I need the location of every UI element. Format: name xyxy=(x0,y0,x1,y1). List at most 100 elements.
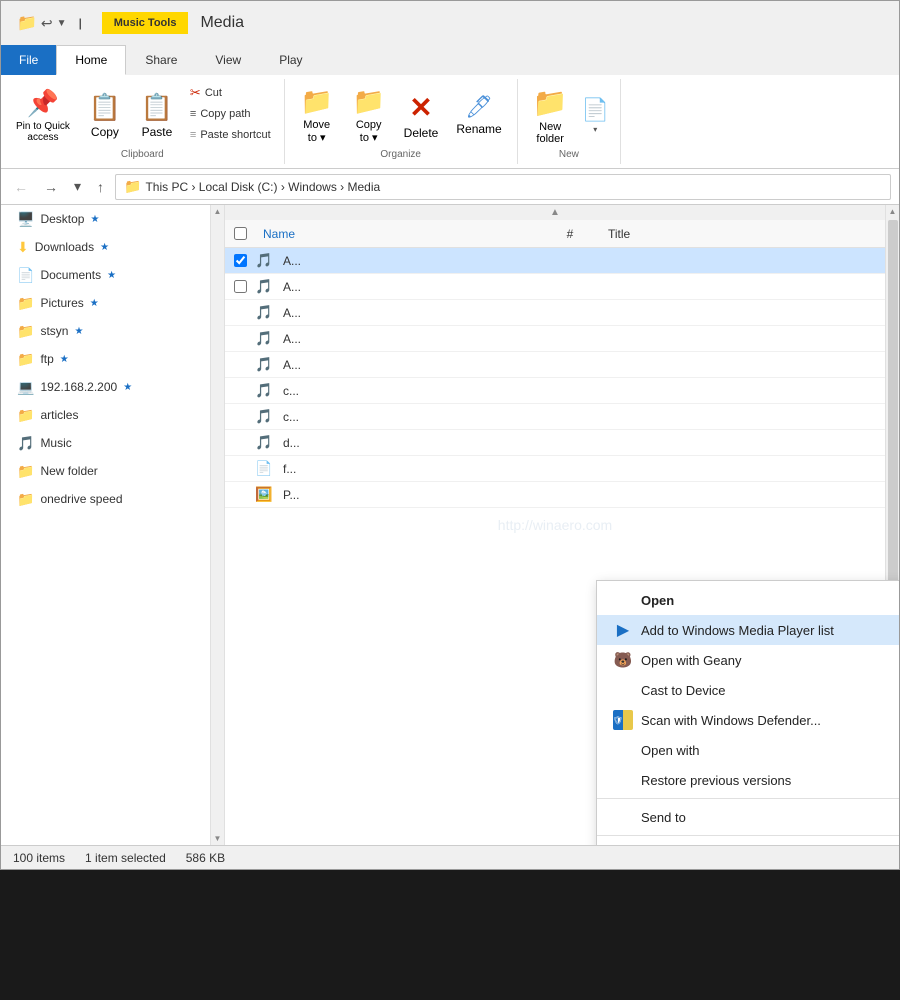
ctx-sep-1 xyxy=(597,798,899,799)
sidebar-scrollbar[interactable]: ▲ ▼ xyxy=(211,205,225,845)
tab-view[interactable]: View xyxy=(196,45,260,75)
file-row[interactable]: 🎵 A... xyxy=(225,352,885,378)
row-checkbox[interactable] xyxy=(234,280,247,293)
file-name: d... xyxy=(279,436,885,450)
forward-button[interactable]: → xyxy=(39,176,63,198)
ctx-send-to[interactable]: Send to › xyxy=(597,802,899,832)
move-to-button[interactable]: 📁 Moveto ▾ xyxy=(293,83,341,147)
file-row[interactable]: 🖼️ P... xyxy=(225,482,885,508)
sidebar-item-onedrive-speed[interactable]: 📁 onedrive speed xyxy=(1,485,210,513)
sidebar-item-new-folder[interactable]: 📁 New folder xyxy=(1,457,210,485)
desktop-label: Desktop xyxy=(40,212,84,226)
tab-play[interactable]: Play xyxy=(260,45,321,75)
delete-button[interactable]: ✕ Delete xyxy=(397,83,446,147)
context-menu: Open ▶ Add to Windows Media Player list … xyxy=(596,580,899,845)
tab-home[interactable]: Home xyxy=(56,45,126,75)
file-name: f... xyxy=(279,462,885,476)
sidebar-item-documents[interactable]: 📄 Documents ★ xyxy=(1,261,210,289)
sidebar-item-music[interactable]: 🎵 Music xyxy=(1,429,210,457)
col-num-header[interactable]: # xyxy=(540,227,600,241)
articles-icon: 📁 xyxy=(17,407,34,424)
paste-button[interactable]: 📋 Paste xyxy=(133,83,181,147)
up-button[interactable]: ↑ xyxy=(92,176,109,198)
ctx-open-with-icon xyxy=(613,740,633,760)
undo-icon[interactable]: ↩ xyxy=(41,15,53,32)
desktop-icon: 🖥️ xyxy=(17,211,34,228)
file-row[interactable]: 🎵 A... xyxy=(225,326,885,352)
tab-file[interactable]: File xyxy=(1,45,56,75)
file-name: P... xyxy=(279,488,885,502)
sidebar-item-pictures[interactable]: 📁 Pictures ★ xyxy=(1,289,210,317)
col-name-header[interactable]: Name xyxy=(255,227,540,241)
cut-button[interactable]: ✂ Cut xyxy=(185,83,276,103)
file-icon: 🎵 xyxy=(255,278,279,295)
copy-path-icon: ≡ xyxy=(190,108,196,120)
file-icon: 📄 xyxy=(255,460,279,477)
paste-shortcut-button[interactable]: ≡ Paste shortcut xyxy=(185,125,276,145)
ctx-open-geany[interactable]: 🐻 Open with Geany xyxy=(597,645,899,675)
ctx-open[interactable]: Open xyxy=(597,585,899,615)
ctx-restore-icon xyxy=(613,770,633,790)
selected-count: 1 item selected xyxy=(85,851,166,865)
desktop-background xyxy=(0,870,900,1000)
separator: | xyxy=(79,16,82,30)
scroll-up[interactable]: ▲ xyxy=(225,205,885,220)
pin-to-quick-access-button[interactable]: 📌 Pin to Quickaccess xyxy=(9,83,77,147)
stsyn-label: stsyn xyxy=(40,324,68,338)
path-text: This PC › Local Disk (C:) › Windows › Me… xyxy=(145,180,380,194)
sidebar-item-desktop[interactable]: 🖥️ Desktop ★ xyxy=(1,205,210,233)
copy-path-button[interactable]: ≡ Copy path xyxy=(185,104,276,124)
file-name: A... xyxy=(279,280,885,294)
rename-button[interactable]: 🖊 Rename xyxy=(449,83,508,147)
ctx-cut[interactable]: Cut xyxy=(597,839,899,845)
new-folder-button[interactable]: 📁 Newfolder xyxy=(526,83,575,147)
ftp-pin-icon: ★ xyxy=(60,354,69,365)
sidebar-item-downloads[interactable]: ⬇ Downloads ★ xyxy=(1,233,210,261)
dropdown-icon[interactable]: ▼ xyxy=(57,18,67,29)
ctx-add-wmp[interactable]: ▶ Add to Windows Media Player list ↖ xyxy=(597,615,899,645)
file-row[interactable]: 🎵 A... xyxy=(225,300,885,326)
file-icon: 🎵 xyxy=(255,304,279,321)
ctx-restore[interactable]: Restore previous versions xyxy=(597,765,899,795)
tab-share[interactable]: Share xyxy=(126,45,196,75)
quick-access-toolbar: 📁 ↩ ▼ | xyxy=(9,9,90,37)
ctx-open-with[interactable]: Open with › xyxy=(597,735,899,765)
col-title-header[interactable]: Title xyxy=(600,227,885,241)
recent-button[interactable]: ▾ xyxy=(69,175,86,198)
sidebar-item-network[interactable]: 💻 192.168.2.200 ★ xyxy=(1,373,210,401)
file-row[interactable]: 🎵 c... xyxy=(225,404,885,430)
file-name: c... xyxy=(279,410,885,424)
file-row[interactable]: 🎵 d... xyxy=(225,430,885,456)
ctx-sep-2 xyxy=(597,835,899,836)
shield-right xyxy=(623,710,633,730)
sidebar-item-ftp[interactable]: 📁 ftp ★ xyxy=(1,345,210,373)
status-bar: 100 items 1 item selected 586 KB xyxy=(1,845,899,869)
file-row[interactable]: 🎵 A... xyxy=(225,274,885,300)
ctx-defender[interactable]: 🛡 Scan with Windows Defender... xyxy=(597,705,899,735)
network-icon: 💻 xyxy=(17,379,34,396)
new-folder-label: Newfolder xyxy=(536,121,564,145)
ctx-cast[interactable]: Cast to Device › xyxy=(597,675,899,705)
ctx-cut-icon xyxy=(613,844,633,845)
sidebar-item-articles[interactable]: 📁 articles xyxy=(1,401,210,429)
ctx-restore-label: Restore previous versions xyxy=(641,773,899,788)
copy-to-button[interactable]: 📁 Copyto ▾ xyxy=(345,83,393,147)
copy-button[interactable]: 📋 Copy xyxy=(81,83,129,147)
row-checkbox[interactable] xyxy=(234,254,247,267)
file-icon: 🎵 xyxy=(255,252,279,269)
music-tools-label: Music Tools xyxy=(102,12,189,34)
sidebar-item-stsyn[interactable]: 📁 stsyn ★ xyxy=(1,317,210,345)
file-row[interactable]: 🎵 A... xyxy=(225,248,885,274)
file-row[interactable]: 📄 f... xyxy=(225,456,885,482)
back-button[interactable]: ← xyxy=(9,176,33,198)
address-path[interactable]: 📁 This PC › Local Disk (C:) › Windows › … xyxy=(115,174,891,200)
new-item-arrow: ▾ xyxy=(593,125,597,134)
new-item-button[interactable]: 📄 ▾ xyxy=(579,83,612,147)
ctx-open-with-label: Open with xyxy=(641,743,899,758)
ctx-geany-icon: 🐻 xyxy=(613,650,633,670)
copy-to-label: Copyto ▾ xyxy=(356,119,382,144)
select-all-checkbox[interactable] xyxy=(225,227,255,240)
file-row[interactable]: 🎵 c... xyxy=(225,378,885,404)
header-checkbox[interactable] xyxy=(234,227,247,240)
item-count: 100 items xyxy=(13,851,65,865)
